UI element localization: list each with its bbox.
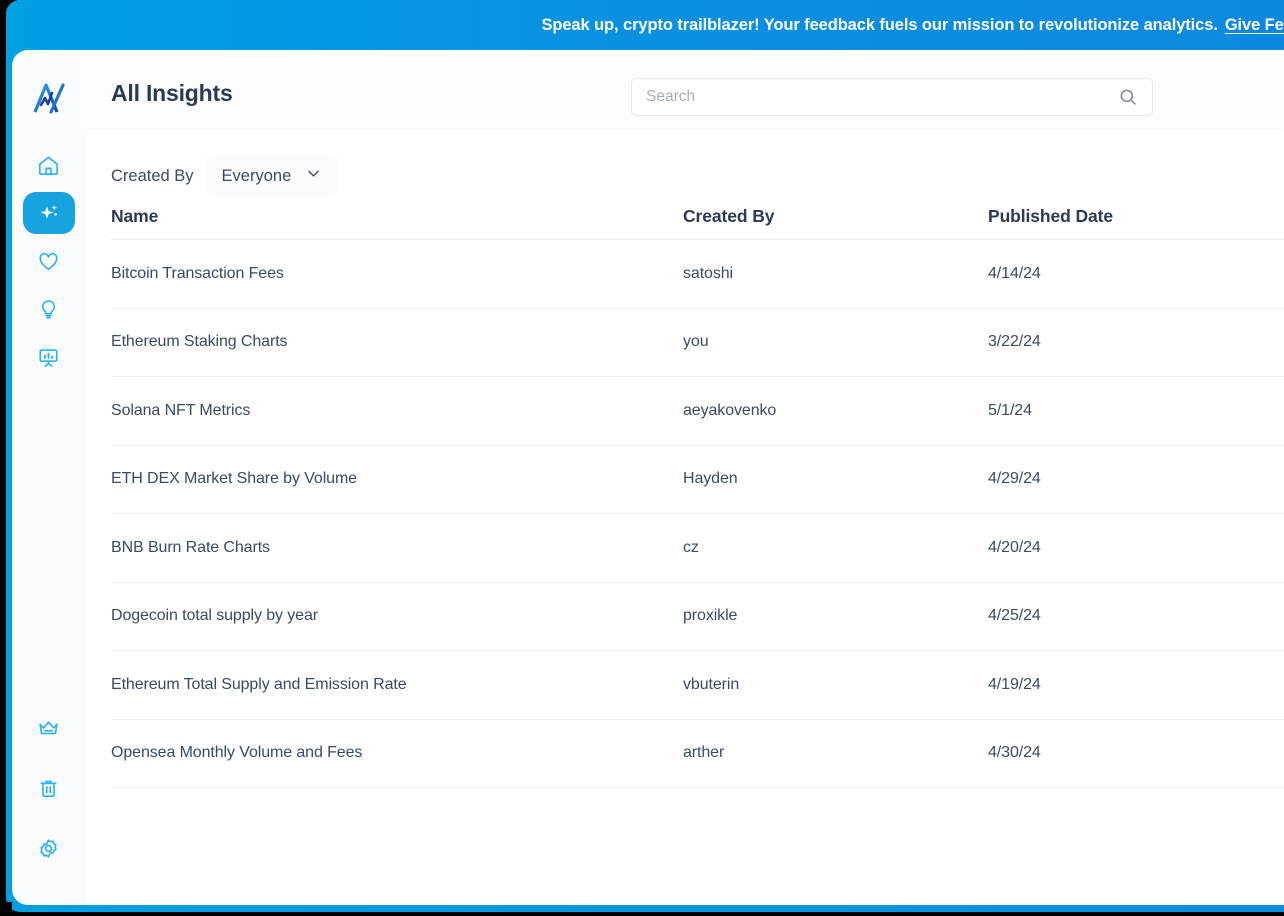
- cell-created-by: cz: [683, 538, 699, 556]
- banner-message: Speak up, crypto trailblazer! Your feedb…: [541, 15, 1218, 34]
- presentation-chart-icon: [37, 346, 60, 369]
- trash-icon: [37, 777, 60, 800]
- sidebar-item-home[interactable]: [23, 144, 75, 186]
- sidebar-item-favorites[interactable]: [23, 240, 75, 282]
- gear-icon: [37, 837, 60, 860]
- insights-card: Created By Everyone Name Created By Publ…: [85, 130, 1284, 905]
- home-icon: [37, 154, 60, 177]
- column-header-name[interactable]: Name: [111, 206, 683, 227]
- sidebar-item-insights[interactable]: [22, 192, 75, 234]
- chevron-down-icon: [305, 165, 322, 187]
- main-window: All Insights Created By Everyone: [12, 50, 1284, 905]
- cell-published-date: 4/25/24: [988, 607, 1041, 625]
- cell-name: Bitcoin Transaction Fees: [111, 264, 284, 282]
- cell-created-by: proxikle: [683, 607, 738, 625]
- crown-icon: [37, 717, 60, 740]
- sidebar-item-ideas[interactable]: [23, 288, 75, 330]
- cell-published-date: 5/1/24: [988, 401, 1032, 419]
- search-input[interactable]: [646, 88, 1118, 106]
- table-row[interactable]: Ethereum Staking Charts you 3/22/24: [111, 309, 1284, 377]
- cell-created-by: you: [683, 333, 709, 351]
- column-header-created-by[interactable]: Created By: [683, 206, 988, 227]
- table-row[interactable]: Bitcoin Transaction Fees satoshi 4/14/24: [111, 240, 1284, 309]
- cell-name: Opensea Monthly Volume and Fees: [111, 744, 363, 762]
- cell-name: ETH DEX Market Share by Volume: [111, 470, 357, 488]
- lightbulb-icon: [37, 298, 60, 321]
- cell-published-date: 4/20/24: [988, 538, 1041, 556]
- content-topbar: All Insights: [85, 50, 1284, 136]
- cell-name: Dogecoin total supply by year: [111, 607, 318, 625]
- table-row[interactable]: ETH DEX Market Share by Volume Hayden 4/…: [111, 446, 1284, 514]
- page-title: All Insights: [111, 79, 233, 106]
- cell-name: Solana NFT Metrics: [111, 401, 251, 419]
- app-window: Speak up, crypto trailblazer! Your feedb…: [0, 0, 1284, 916]
- sidebar-primary-nav: [22, 144, 75, 378]
- sidebar-item-trash[interactable]: [23, 767, 75, 809]
- sidebar-secondary-nav: [23, 707, 75, 869]
- cell-published-date: 4/30/24: [988, 744, 1041, 762]
- cell-name: Ethereum Staking Charts: [111, 333, 288, 351]
- heart-icon: [37, 250, 60, 273]
- table-row[interactable]: Solana NFT Metrics aeyakovenko 5/1/24: [111, 377, 1284, 446]
- cell-published-date: 4/14/24: [988, 264, 1041, 282]
- created-by-filter-value: Everyone: [221, 166, 292, 185]
- sidebar-item-dashboards[interactable]: [23, 336, 75, 378]
- cell-published-date: 4/29/24: [988, 470, 1041, 488]
- filter-row: Created By Everyone: [85, 130, 1284, 196]
- sidebar-rail: [12, 50, 85, 905]
- cell-created-by: Hayden: [683, 470, 738, 488]
- announcement-banner: Speak up, crypto trailblazer! Your feedb…: [6, 0, 1284, 50]
- sidebar-item-settings[interactable]: [23, 827, 75, 869]
- sidebar-item-upgrade[interactable]: [23, 707, 75, 749]
- search-icon[interactable]: [1118, 87, 1138, 107]
- cell-created-by: vbuterin: [683, 675, 740, 693]
- cell-name: BNB Burn Rate Charts: [111, 538, 270, 556]
- cell-name: Ethereum Total Supply and Emission Rate: [111, 675, 407, 693]
- table-row[interactable]: Opensea Monthly Volume and Fees arther 4…: [111, 720, 1284, 788]
- insights-table: Name Created By Published Date Bitcoin T…: [111, 194, 1284, 788]
- cell-published-date: 3/22/24: [988, 333, 1041, 351]
- window-bottom-notch: [0, 902, 12, 916]
- cell-created-by: satoshi: [683, 264, 733, 282]
- created-by-filter-label: Created By: [111, 166, 194, 185]
- cell-created-by: aeyakovenko: [683, 401, 777, 419]
- sparkle-icon: [37, 201, 61, 225]
- cell-created-by: arther: [683, 744, 725, 762]
- give-feedback-link[interactable]: Give Feedback: [1225, 16, 1284, 35]
- cell-published-date: 4/19/24: [988, 675, 1041, 693]
- amberdata-logo[interactable]: [29, 78, 69, 118]
- table-row[interactable]: Dogecoin total supply by year proxikle 4…: [111, 583, 1284, 651]
- table-header-row: Name Created By Published Date: [111, 194, 1284, 240]
- table-row[interactable]: Ethereum Total Supply and Emission Rate …: [111, 651, 1284, 720]
- table-row[interactable]: BNB Burn Rate Charts cz 4/20/24: [111, 514, 1284, 583]
- column-header-published-date[interactable]: Published Date: [988, 206, 1284, 227]
- created-by-filter-select[interactable]: Everyone: [205, 156, 339, 196]
- content-area: All Insights Created By Everyone: [85, 50, 1284, 905]
- search-box[interactable]: [631, 78, 1153, 116]
